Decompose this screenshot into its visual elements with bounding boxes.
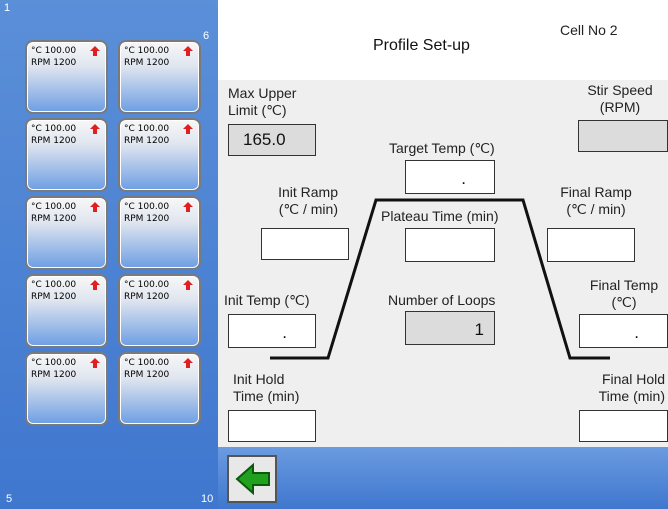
final-ramp-label: Final Ramp (℃ / min) [551,184,641,218]
final-temp-input[interactable]: . [579,314,668,348]
final-temp-value: . [634,323,639,342]
final-temp-label-line2: (℃) [611,294,637,310]
init-ramp-input[interactable] [261,228,349,260]
plateau-time-label: Plateau Time (min) [381,208,499,224]
init-temp-value: . [282,323,287,342]
final-hold-label: Final Hold Time (min) [585,371,665,405]
final-hold-input[interactable] [579,410,668,442]
final-ramp-input[interactable] [547,228,635,262]
init-hold-label: Init Hold Time (min) [233,371,299,405]
max-upper-limit-label-line2: Limit (℃) [228,102,287,118]
plateau-time-input[interactable] [405,228,495,262]
back-button[interactable] [227,455,277,503]
init-ramp-label-line2: (℃ / min) [278,201,338,217]
init-hold-label-line1: Init Hold [233,371,285,387]
init-hold-label-line2: Time (min) [233,388,300,404]
max-upper-limit-label-line1: Max Upper [228,85,297,101]
init-hold-input[interactable] [228,410,316,442]
stir-speed-field [578,120,668,152]
target-temp-input[interactable]: . [405,160,495,194]
stir-speed-label-line1: Stir Speed [587,82,653,98]
bottom-bar [218,447,668,509]
final-temp-label: Final Temp (℃) [580,277,668,311]
stir-speed-label-line2: (RPM) [599,99,641,115]
max-upper-limit-field: 165.0 [228,124,316,156]
green-left-arrow-icon [235,462,270,496]
target-temp-value: . [461,169,466,188]
stir-speed-label: Stir Speed (RPM) [580,82,660,116]
number-of-loops-value: 1 [474,320,484,339]
final-hold-label-line1: Final Hold [601,371,665,387]
final-ramp-label-line1: Final Ramp [560,184,632,200]
init-temp-input[interactable]: . [228,314,316,348]
number-of-loops-label: Number of Loops [388,292,496,308]
target-temp-label: Target Temp (℃) [389,140,495,156]
final-temp-label-line1: Final Temp [589,277,659,293]
number-of-loops-field: 1 [405,311,495,345]
init-temp-label: Init Temp (℃) [224,292,310,308]
final-hold-label-line2: Time (min) [598,388,665,404]
final-ramp-label-line2: (℃ / min) [566,201,626,217]
init-ramp-label: Init Ramp (℃ / min) [254,184,338,218]
max-upper-limit-value: 165.0 [243,130,286,149]
init-ramp-label-line1: Init Ramp [278,184,338,200]
max-upper-limit-label: Max Upper Limit (℃) [228,85,296,119]
